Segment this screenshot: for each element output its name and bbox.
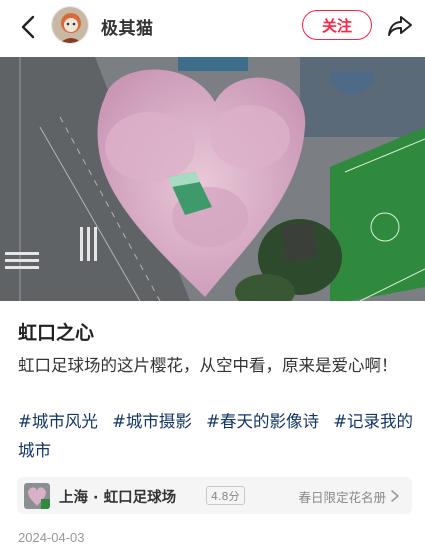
post-tags: #城市风光 #城市摄影 #春天的影像诗 #记录我的城市 <box>18 407 414 465</box>
location-thumbnail <box>24 483 50 509</box>
back-button[interactable] <box>14 12 42 42</box>
share-button[interactable] <box>385 12 415 40</box>
hashtag[interactable]: #春天的影像诗 <box>206 412 319 431</box>
post-photo[interactable] <box>0 57 425 301</box>
location-rank-label: 春日限定花名册 <box>298 490 386 505</box>
post-date: 2024-04-03 <box>18 530 85 545</box>
hashtag[interactable]: #城市风光 <box>18 412 98 431</box>
post-header: 极其猫 关注 <box>0 0 425 56</box>
author-name[interactable]: 极其猫 <box>101 14 154 39</box>
chevron-right-icon <box>391 490 399 502</box>
hashtag[interactable]: #城市摄影 <box>112 412 192 431</box>
location-score-badge: 4.8分 <box>206 486 245 505</box>
post-title: 虹口之心 <box>18 322 95 344</box>
follow-button[interactable]: 关注 <box>302 10 372 40</box>
post-body: 虹口足球场的这片樱花，从空中看，原来是爱心啊！ <box>18 356 398 375</box>
avatar[interactable] <box>51 6 89 44</box>
location-card[interactable]: 上海 · 虹口足球场 4.8分 春日限定花名册 <box>17 477 412 514</box>
share-icon <box>388 16 412 36</box>
location-name: 上海 · 虹口足球场 <box>59 490 177 506</box>
chevron-left-icon <box>21 15 35 39</box>
